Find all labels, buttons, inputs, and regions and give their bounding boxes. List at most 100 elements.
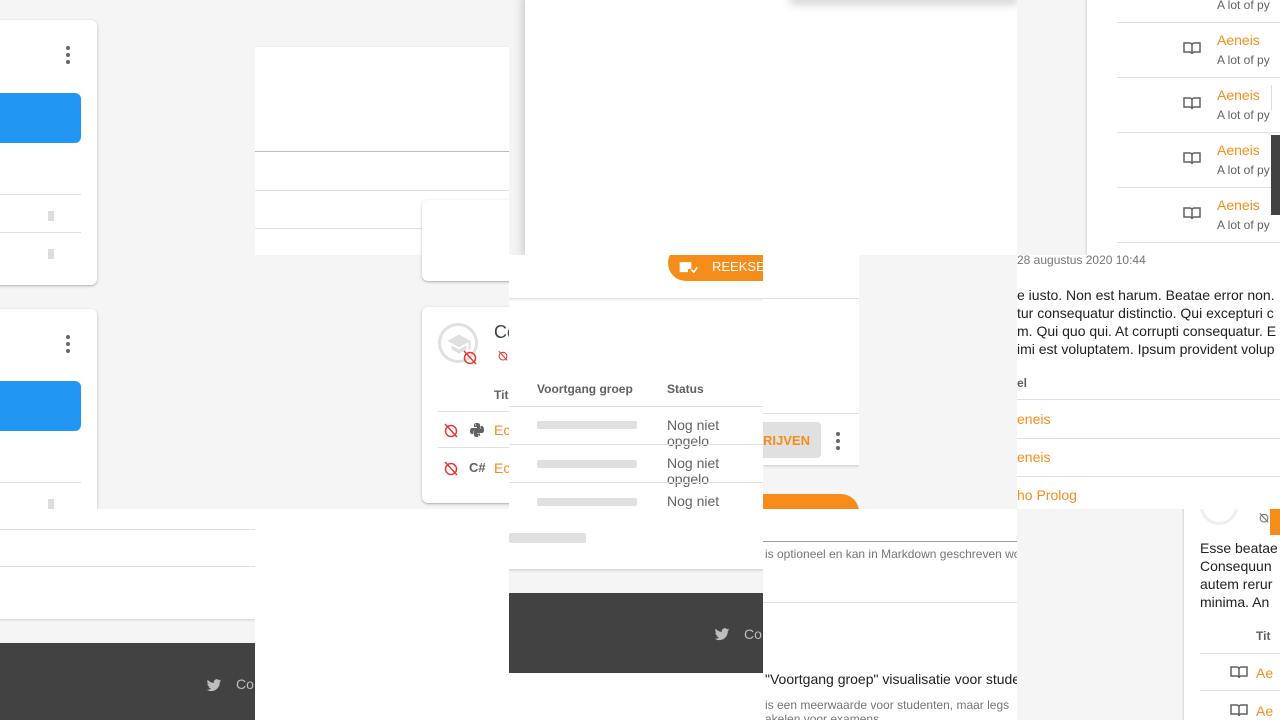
item-subtitle: A lot of py bbox=[1217, 53, 1270, 67]
exercise-link[interactable]: Ec bbox=[494, 460, 509, 476]
divider bbox=[438, 411, 509, 412]
checkbox-help: is een meerwaarde voor studenten, maar l… bbox=[765, 698, 1010, 712]
progress-bar bbox=[509, 533, 586, 543]
alarm-off-icon bbox=[462, 349, 478, 368]
page-bottom bbox=[509, 673, 763, 720]
exercise-link[interactable]: Ae bbox=[1256, 665, 1273, 681]
playlist-add-icon bbox=[679, 262, 698, 274]
divider bbox=[438, 447, 509, 448]
divider bbox=[0, 482, 81, 483]
footer: Co bbox=[509, 593, 763, 673]
placeholder-block bbox=[48, 211, 54, 221]
tile-form: is optioneel en kan in Markdown geschrev… bbox=[763, 509, 1017, 720]
subscribe-button[interactable]: RIJVEN bbox=[763, 422, 821, 458]
divider bbox=[1017, 438, 1280, 439]
book-icon bbox=[1183, 96, 1201, 110]
exercise-link[interactable]: Ae bbox=[1256, 703, 1273, 719]
school-icon bbox=[1200, 509, 1238, 525]
tile-series-table: REEKSE Voortgang groep Status Nog niet o… bbox=[509, 255, 763, 509]
exercise-link[interactable]: eneis bbox=[1017, 449, 1050, 465]
tile-bottom-left: Co bbox=[0, 509, 255, 720]
footer-label: Co bbox=[744, 626, 762, 642]
divider bbox=[0, 232, 81, 233]
tile-bottom-right: Esse beatae Consequun autem rerur minima… bbox=[1017, 509, 1280, 720]
orange-tab-edge bbox=[1271, 85, 1280, 110]
alarm-off-icon bbox=[1258, 512, 1269, 525]
orange-fab-edge[interactable] bbox=[763, 494, 859, 509]
exercise-link[interactable]: Aeneis bbox=[1217, 32, 1260, 48]
column-header-progress: Voortgang groep bbox=[537, 382, 633, 396]
more-vert-icon[interactable] bbox=[65, 46, 71, 66]
primary-button[interactable] bbox=[0, 93, 81, 143]
markdown-hint: is optioneel en kan in Markdown geschrev… bbox=[765, 547, 1017, 561]
divider bbox=[1200, 653, 1280, 654]
progress-bar bbox=[537, 421, 637, 429]
exercise-link[interactable]: Aeneis bbox=[1217, 142, 1260, 158]
twitter-icon[interactable] bbox=[714, 628, 730, 642]
tile-shadow-panel bbox=[509, 0, 1017, 255]
card-edge bbox=[422, 200, 509, 255]
item-subtitle: A lot of py bbox=[1217, 163, 1270, 177]
exercise-link[interactable]: ho Prolog bbox=[1017, 487, 1077, 503]
csharp-icon: C# bbox=[469, 460, 486, 475]
description-line: m. Qui quo qui. At corrupti consequatur.… bbox=[1017, 323, 1277, 339]
exercise-link[interactable]: eneis bbox=[1017, 411, 1050, 427]
tile-left-cards bbox=[0, 0, 255, 510]
alarm-off-icon bbox=[443, 422, 459, 441]
column-header-title: Tit bbox=[494, 388, 509, 402]
course-card-2 bbox=[0, 309, 97, 510]
divider bbox=[509, 406, 763, 407]
description-line: Esse beatae bbox=[1200, 540, 1278, 556]
divider bbox=[1117, 77, 1280, 78]
footer-label: Co bbox=[236, 676, 254, 692]
exercise-link[interactable]: Aeneis bbox=[1217, 87, 1260, 103]
alarm-off-icon bbox=[497, 350, 508, 363]
dialog-surface bbox=[525, 0, 1017, 255]
exercise-link[interactable]: Ec bbox=[494, 422, 509, 438]
description-line: minima. An bbox=[1200, 594, 1270, 610]
book-icon bbox=[1230, 665, 1248, 679]
divider bbox=[1117, 132, 1280, 133]
timestamp: 28 augustus 2020 10:44 bbox=[1017, 255, 1146, 267]
tile-exercise-list: A lot of py Aeneis A lot of py Aeneis A … bbox=[1017, 0, 1280, 255]
divider bbox=[763, 602, 1017, 603]
checkbox-label[interactable]: "Voortgang groep" visualisatie voor stud… bbox=[765, 671, 1017, 687]
footer: Co bbox=[0, 643, 255, 720]
description-line: autem rerur bbox=[1200, 576, 1273, 592]
book-icon bbox=[1230, 703, 1248, 717]
tile-course-card: Co Tit Ec C# Ec bbox=[255, 255, 509, 510]
twitter-icon[interactable] bbox=[206, 679, 222, 693]
primary-button[interactable] bbox=[0, 381, 81, 431]
divider bbox=[1117, 242, 1280, 243]
series-card-edge bbox=[422, 255, 509, 281]
progress-bar bbox=[537, 498, 637, 506]
course-card: Co Tit Ec C# Ec bbox=[422, 307, 509, 503]
status-text: Nog niet opgelo bbox=[667, 493, 720, 509]
book-icon bbox=[1183, 151, 1201, 165]
divider bbox=[0, 529, 255, 530]
divider bbox=[1117, 22, 1280, 23]
tile-subscribe: RIJVEN bbox=[763, 255, 859, 509]
progress-bar bbox=[537, 460, 637, 468]
course-card-1 bbox=[0, 20, 97, 285]
divider bbox=[509, 444, 763, 445]
divider bbox=[1200, 690, 1280, 691]
placeholder-block bbox=[48, 249, 54, 259]
python-icon bbox=[469, 422, 485, 443]
more-vert-icon[interactable] bbox=[835, 432, 841, 452]
course-title: Co bbox=[494, 322, 509, 342]
description-line: Consequun bbox=[1200, 558, 1272, 574]
dark-tooltip bbox=[1271, 135, 1280, 215]
divider bbox=[0, 566, 255, 567]
column-header-title: el bbox=[1017, 376, 1028, 390]
placeholder-block bbox=[48, 499, 54, 509]
add-series-button[interactable]: REEKSE bbox=[668, 255, 763, 281]
divider bbox=[763, 413, 859, 414]
more-vert-icon[interactable] bbox=[65, 335, 71, 355]
description-text: e iusto. Non est harum. Beatae error non… bbox=[1017, 286, 1276, 358]
item-subtitle: A lot of py bbox=[1217, 0, 1270, 12]
exercise-link[interactable]: Aeneis bbox=[1217, 197, 1260, 213]
divider bbox=[1117, 187, 1280, 188]
divider bbox=[763, 298, 859, 299]
course-description: Esse beatae Consequun autem rerur minima… bbox=[1200, 539, 1278, 611]
